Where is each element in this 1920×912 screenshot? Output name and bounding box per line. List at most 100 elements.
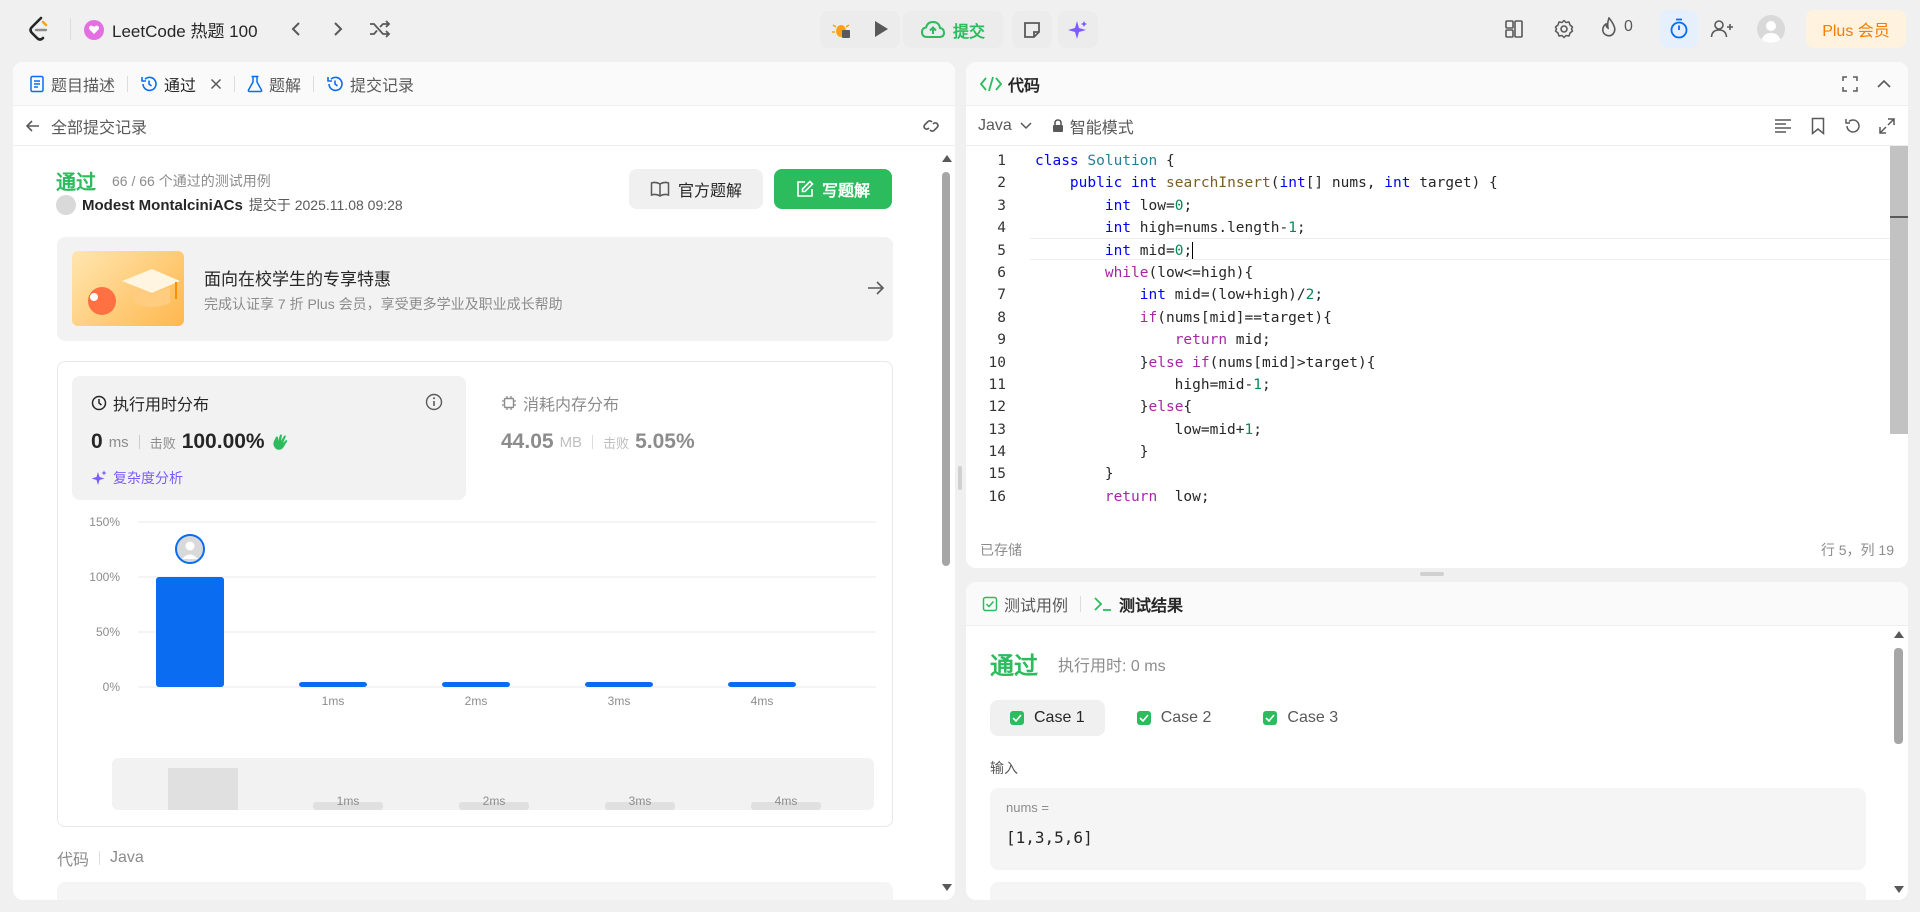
gear-icon[interactable] bbox=[1552, 17, 1576, 41]
editor-toolbar: Java 智能模式 bbox=[966, 106, 1908, 146]
code-line: public int searchInsert(int[] nums, int … bbox=[1069, 175, 1498, 192]
bookmark-icon[interactable] bbox=[1811, 117, 1825, 135]
tab-separator bbox=[127, 75, 129, 92]
minimap-tick-label: 2ms bbox=[483, 794, 506, 808]
graduation-cap-icon bbox=[72, 251, 184, 326]
prev-problem-icon[interactable] bbox=[284, 17, 308, 41]
official-solution-button[interactable]: 官方题解 bbox=[629, 169, 763, 209]
author-avatar[interactable] bbox=[56, 195, 76, 215]
chip-icon bbox=[502, 396, 516, 410]
info-icon[interactable] bbox=[425, 393, 443, 411]
code-line: low=mid+1; bbox=[1035, 421, 1262, 438]
author-name[interactable]: Modest MontalciniACs bbox=[82, 197, 243, 214]
tab-description[interactable]: 题目描述 bbox=[29, 72, 115, 96]
code-line: } bbox=[1035, 444, 1149, 461]
ai-sparkle-icon[interactable] bbox=[1058, 11, 1098, 48]
case-tab-2[interactable]: Case 2 bbox=[1117, 700, 1232, 736]
editor-scrollbar-thumb[interactable] bbox=[1890, 146, 1908, 434]
flask-icon bbox=[247, 75, 263, 92]
scroll-up-icon bbox=[942, 155, 952, 162]
code-label: 代码 bbox=[57, 852, 90, 869]
panel-resize-handle[interactable] bbox=[958, 466, 962, 490]
tab-solutions[interactable]: 题解 bbox=[247, 72, 301, 96]
write-solution-label: 写题解 bbox=[821, 183, 870, 200]
editor-tab-bar: 代码 bbox=[966, 62, 1908, 106]
memory-value: 44.05 bbox=[501, 430, 554, 453]
chart-range-slider[interactable]: 1ms 2ms 3ms 4ms bbox=[112, 758, 874, 810]
back-to-submissions[interactable]: 全部提交记录 bbox=[25, 114, 147, 138]
tab-separator bbox=[313, 75, 315, 92]
minimap-tick-label: 1ms bbox=[337, 794, 360, 808]
result-scrollbar[interactable] bbox=[1892, 630, 1906, 898]
shuffle-icon[interactable] bbox=[367, 17, 393, 41]
tab-code[interactable]: 代码 bbox=[980, 72, 1040, 96]
scroll-thumb[interactable] bbox=[942, 172, 950, 566]
reset-icon[interactable] bbox=[1844, 117, 1862, 135]
problem-list-title[interactable]: LeetCode 热题 100 bbox=[84, 17, 258, 42]
case-label: Case 3 bbox=[1287, 709, 1339, 726]
chart-bar bbox=[442, 682, 510, 687]
close-icon[interactable] bbox=[210, 78, 222, 90]
case-label: Case 2 bbox=[1160, 709, 1212, 726]
problem-list-label: LeetCode 热题 100 bbox=[112, 22, 258, 41]
plus-membership-button[interactable]: Plus 会员 bbox=[1806, 10, 1906, 48]
submission-detail: 通过 66 / 66 个通过的测试用例 Modest MontalciniACs… bbox=[13, 146, 955, 900]
layout-icon[interactable] bbox=[1502, 17, 1526, 41]
avatar[interactable] bbox=[1757, 15, 1785, 43]
line-number: 16 bbox=[988, 488, 1006, 505]
debug-icon[interactable] bbox=[824, 14, 858, 44]
note-icon[interactable] bbox=[1012, 11, 1052, 48]
divider bbox=[70, 18, 71, 40]
line-number: 9 bbox=[997, 332, 1006, 349]
line-number: 10 bbox=[988, 354, 1006, 371]
leetcode-logo-icon[interactable] bbox=[26, 14, 52, 44]
x-tick-label: 2ms bbox=[465, 694, 488, 708]
case-label: Case 1 bbox=[1034, 709, 1085, 726]
submit-button[interactable]: 提交 bbox=[903, 11, 1003, 48]
input-var-name: nums = bbox=[1006, 800, 1049, 815]
run-button[interactable] bbox=[866, 14, 896, 44]
complexity-analysis-link[interactable]: 复杂度分析 bbox=[91, 468, 183, 488]
vertical-resize-handle[interactable] bbox=[1420, 572, 1444, 576]
smart-mode-toggle[interactable]: 智能模式 bbox=[1052, 114, 1134, 138]
memory-panel[interactable]: 消耗内存分布 44.05 MB 击败 5.05% bbox=[482, 376, 876, 500]
status-row: 通过 66 / 66 个通过的测试用例 bbox=[56, 166, 271, 195]
submit-label: 提交 bbox=[952, 23, 985, 41]
timer-icon[interactable] bbox=[1660, 10, 1698, 48]
line-number: 5 bbox=[997, 242, 1006, 259]
runtime-distribution-chart[interactable]: 150% 100% 50% 0% 1ms 2ms 3ms 4ms bbox=[58, 512, 892, 752]
tab-test-result[interactable]: 测试结果 bbox=[1093, 592, 1183, 616]
streak-counter[interactable]: 0 bbox=[1600, 17, 1633, 37]
collapse-icon[interactable] bbox=[1876, 78, 1892, 90]
smart-mode-label: 智能模式 bbox=[1069, 119, 1134, 137]
language-select[interactable]: Java bbox=[978, 117, 1032, 135]
memory-title-row: 消耗内存分布 bbox=[501, 391, 619, 415]
memory-unit: MB bbox=[559, 433, 583, 451]
tab-submissions[interactable]: 提交记录 bbox=[326, 72, 414, 96]
code-brackets-icon bbox=[980, 76, 1002, 91]
scroll-thumb[interactable] bbox=[1894, 648, 1903, 744]
fullscreen-icon[interactable] bbox=[1842, 76, 1858, 92]
line-number: 2 bbox=[997, 175, 1006, 192]
case-tabs: Case 1 Case 2 Case 3 bbox=[990, 700, 1358, 736]
flame-icon bbox=[1602, 17, 1616, 37]
tab-accepted[interactable]: 通过 bbox=[140, 72, 222, 96]
tab-testcase[interactable]: 测试用例 bbox=[982, 592, 1068, 616]
code-area[interactable]: 1 2 3 4 5 6 7 8 9 10 11 12 13 14 15 16 class Solution {… bbox=[966, 146, 1908, 524]
heart-icon bbox=[84, 19, 104, 40]
test-result-panel: 测试用例 测试结果 通过 执行用时: 0 ms Case 1 Case 2 Ca… bbox=[966, 582, 1908, 900]
write-solution-button[interactable]: 写题解 bbox=[774, 169, 892, 209]
student-promo-banner[interactable]: 面向在校学生的专享特惠 完成认证享 7 折 Plus 会员，享受更多学业及职业成… bbox=[57, 237, 893, 341]
next-problem-icon[interactable] bbox=[326, 17, 350, 41]
x-tick-label: 1ms bbox=[322, 694, 345, 708]
case-tab-1[interactable]: Case 1 bbox=[990, 700, 1105, 736]
format-icon[interactable] bbox=[1774, 118, 1792, 134]
left-scrollbar[interactable] bbox=[939, 152, 953, 900]
code-lines[interactable]: class Solution { public int searchInsert… bbox=[1035, 150, 1498, 508]
minimap-tick-label: 4ms bbox=[775, 794, 798, 808]
link-icon[interactable] bbox=[921, 117, 941, 135]
expand-icon[interactable] bbox=[1879, 118, 1895, 134]
case-tab-3[interactable]: Case 3 bbox=[1243, 700, 1358, 736]
runtime-panel[interactable]: 执行用时分布 0 ms 击败 100.00% 复杂度分析 bbox=[72, 376, 466, 500]
add-user-icon[interactable] bbox=[1708, 15, 1736, 43]
